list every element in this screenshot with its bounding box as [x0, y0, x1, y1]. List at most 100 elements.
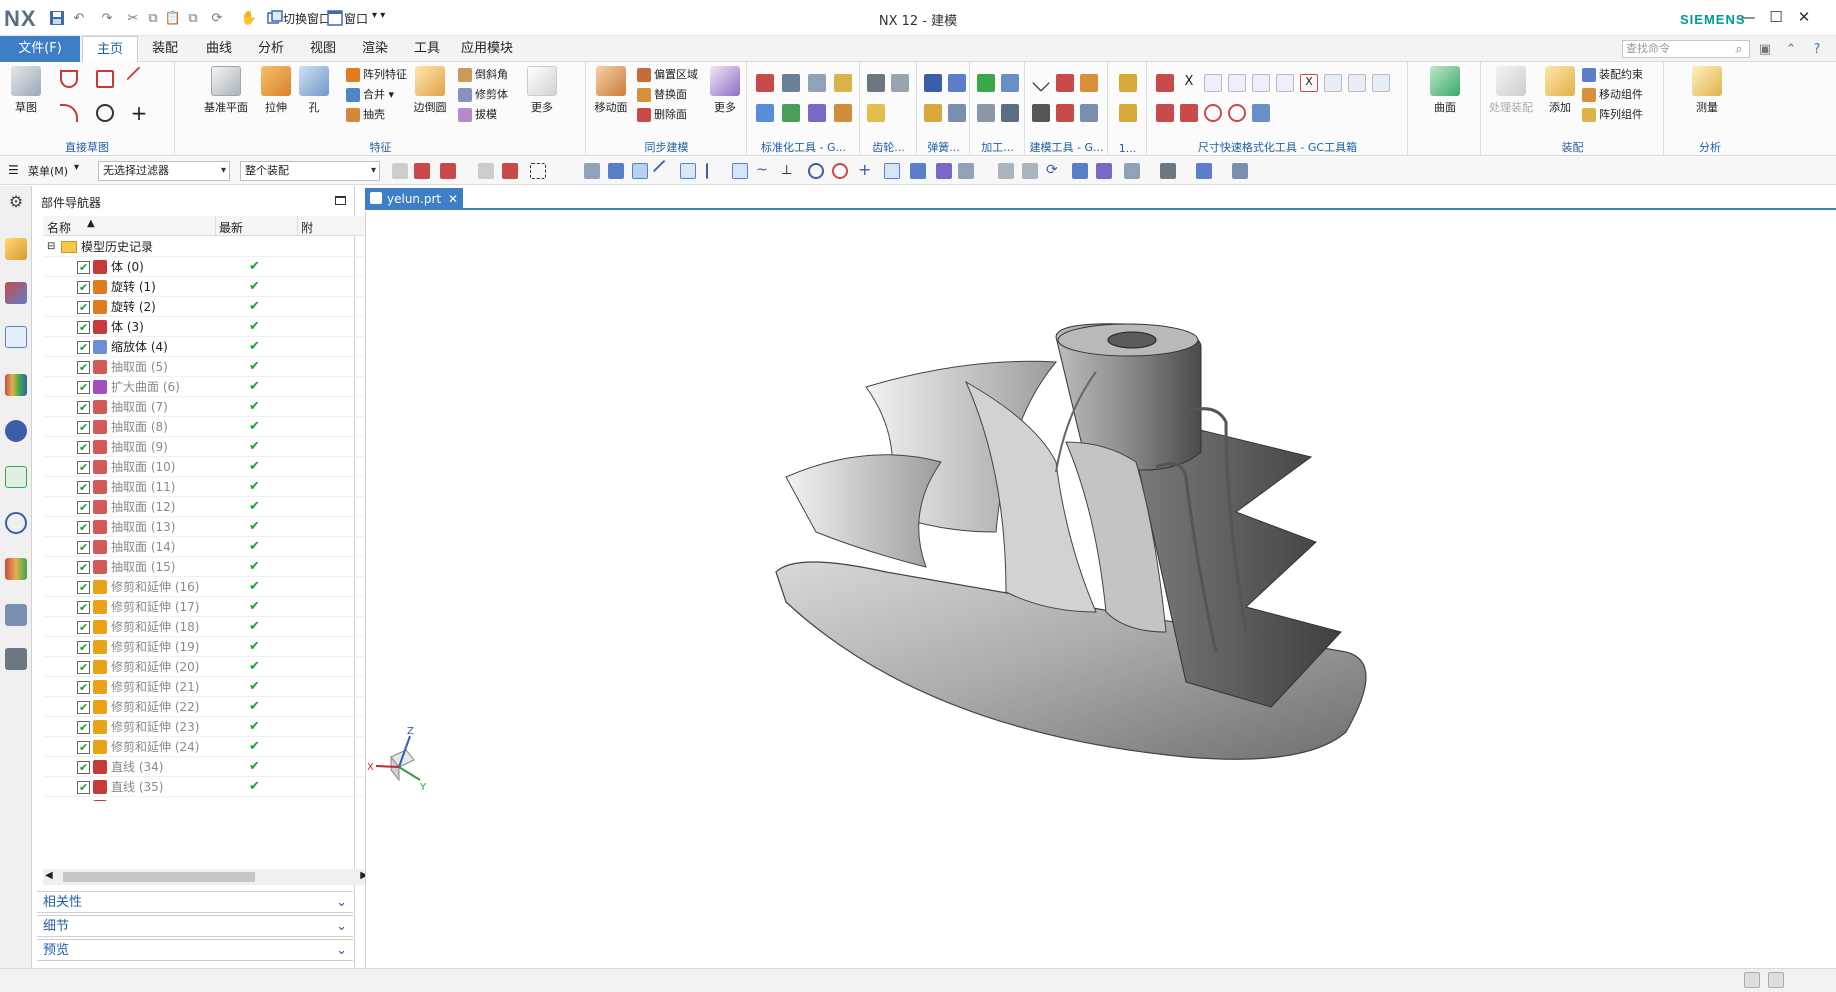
std-tool-icon-7[interactable]: [808, 104, 826, 122]
feature-checkbox[interactable]: [77, 398, 90, 418]
feature-row[interactable]: 修剪曲线 (36) ✔: [43, 797, 370, 801]
reuse-library-icon[interactable]: [5, 374, 27, 396]
sel-line-icon[interactable]: [652, 159, 676, 183]
details-panel[interactable]: 细节 ⌄: [37, 915, 353, 937]
gc-dim-icon-13[interactable]: [1204, 104, 1222, 122]
machining-tool-icon-3[interactable]: [977, 104, 995, 122]
view-tool-icon-2[interactable]: [1022, 163, 1038, 179]
maximize-button[interactable]: ☐: [1766, 8, 1786, 28]
move-component-button[interactable]: 移动组件: [1582, 86, 1643, 104]
feature-checkbox[interactable]: [77, 618, 90, 638]
sel-tool-icon-17[interactable]: [958, 163, 974, 179]
feature-checkbox[interactable]: [77, 458, 90, 478]
feature-checkbox[interactable]: [77, 338, 90, 358]
menu-button[interactable]: 菜单(M): [28, 163, 68, 179]
feature-checkbox[interactable]: [77, 498, 90, 518]
feature-checkbox[interactable]: [77, 538, 90, 558]
chevron-down-icon[interactable]: ⌄: [336, 916, 347, 938]
settings-icon[interactable]: ⚙: [5, 192, 27, 214]
gc-dim-icon-1[interactable]: [1156, 74, 1174, 92]
std-tool-icon-8[interactable]: [834, 104, 852, 122]
add-component-button[interactable]: 添加: [1540, 66, 1580, 115]
gc-dim-icon-14[interactable]: [1228, 104, 1246, 122]
graphics-window[interactable]: Z X Y: [365, 212, 1836, 968]
feature-checkbox[interactable]: [77, 678, 90, 698]
tab-file[interactable]: 文件(F): [0, 36, 80, 62]
type-filter-dropdown[interactable]: 无选择过滤器: [98, 161, 230, 181]
modeling-tool-icon-3[interactable]: [1080, 74, 1098, 92]
delete-face-button[interactable]: 删除面: [637, 106, 687, 124]
extra-tool-icon-1[interactable]: [1119, 74, 1137, 92]
menu-dropdown-icon[interactable]: ▾: [74, 162, 79, 173]
feature-checkbox[interactable]: [77, 658, 90, 678]
feature-row[interactable]: 修剪和延伸 (22) ✔: [43, 697, 370, 718]
web-browser-icon[interactable]: [5, 466, 27, 488]
gc-dim-icon-4[interactable]: [1228, 74, 1246, 92]
feature-row[interactable]: 抽取面 (11) ✔: [43, 477, 370, 498]
circle-icon[interactable]: [96, 104, 114, 122]
impeller-model[interactable]: [366, 212, 1836, 968]
hole-button[interactable]: 孔: [294, 66, 334, 115]
feature-checkbox[interactable]: [77, 358, 90, 378]
edge-blend-button[interactable]: 边倒圆: [410, 66, 450, 115]
view-tool-icon-6[interactable]: [1160, 163, 1176, 179]
modeling-tool-icon-6[interactable]: [1080, 104, 1098, 122]
machining-tool-icon-4[interactable]: [1001, 104, 1019, 122]
preview-panel[interactable]: 预览 ⌄: [37, 939, 353, 961]
view-tool-icon-7[interactable]: [1196, 163, 1212, 179]
feature-checkbox[interactable]: [77, 718, 90, 738]
feature-row[interactable]: 抽取面 (5) ✔: [43, 357, 370, 378]
std-tool-icon-4[interactable]: [834, 74, 852, 92]
std-tool-icon-3[interactable]: [808, 74, 826, 92]
feature-row[interactable]: 修剪和延伸 (21) ✔: [43, 677, 370, 698]
status-icon-2[interactable]: [1768, 972, 1784, 988]
arc-icon[interactable]: [60, 104, 78, 122]
feature-checkbox[interactable]: [77, 318, 90, 338]
feature-checkbox[interactable]: [77, 418, 90, 438]
close-tab-icon[interactable]: ✕: [448, 188, 458, 210]
view-tool-icon-1[interactable]: [998, 163, 1014, 179]
feature-row[interactable]: 修剪和延伸 (18) ✔: [43, 617, 370, 638]
sel-tool-icon-11[interactable]: [732, 163, 748, 179]
gc-dim-icon-11[interactable]: [1156, 104, 1174, 122]
pattern-feature-button[interactable]: 阵列特征: [346, 66, 407, 84]
spring-tool-icon-2[interactable]: [948, 74, 966, 92]
feature-checkbox[interactable]: [77, 378, 90, 398]
line-icon[interactable]: [126, 66, 152, 92]
tree-root-row[interactable]: ⊟ 模型历史记录: [43, 237, 370, 257]
menu-icon[interactable]: ☰: [8, 163, 24, 179]
spring-tool-icon-4[interactable]: [948, 104, 966, 122]
sel-circle-icon[interactable]: [808, 163, 824, 179]
gc-dim-icon-5[interactable]: [1252, 74, 1270, 92]
feature-row[interactable]: 扩大曲面 (6) ✔: [43, 377, 370, 398]
chevron-down-icon[interactable]: ⌄: [336, 892, 347, 914]
feature-row[interactable]: 体 (0) ✔: [43, 257, 370, 278]
gear-tool-icon-1[interactable]: [867, 74, 885, 92]
modeling-tool-icon-1[interactable]: [1032, 74, 1050, 92]
feature-row[interactable]: 抽取面 (12) ✔: [43, 497, 370, 518]
feature-row[interactable]: 修剪和延伸 (19) ✔: [43, 637, 370, 658]
offset-region-button[interactable]: 偏置区域: [637, 66, 698, 84]
sync-more-button[interactable]: 更多: [705, 66, 745, 115]
sel-tool-icon-6[interactable]: [584, 163, 600, 179]
sort-ascending-icon[interactable]: ▲: [87, 218, 95, 229]
dependencies-panel[interactable]: 相关性 ⌄: [37, 891, 353, 913]
machining-tool-icon-1[interactable]: [977, 74, 995, 92]
sel-tool-icon-4[interactable]: [478, 163, 494, 179]
status-icon-1[interactable]: [1744, 972, 1760, 988]
modeling-tool-icon-5[interactable]: [1056, 104, 1074, 122]
minimize-button[interactable]: —: [1738, 8, 1758, 28]
chamfer-button[interactable]: 倒斜角: [458, 66, 508, 84]
sel-tool-icon-5[interactable]: [502, 163, 518, 179]
rectangle-icon[interactable]: [96, 70, 114, 88]
tab-home[interactable]: 主页: [82, 36, 138, 62]
sel-tool-icon-12[interactable]: ⟂: [782, 163, 798, 179]
assembly-constraint-button[interactable]: 装配约束: [1582, 66, 1643, 84]
gc-dim-icon-3[interactable]: [1204, 74, 1222, 92]
gc-dim-icon-9[interactable]: [1348, 74, 1366, 92]
feature-row[interactable]: 抽取面 (15) ✔: [43, 557, 370, 578]
horizontal-scroll-thumb[interactable]: [63, 872, 255, 882]
feature-row[interactable]: 抽取面 (14) ✔: [43, 537, 370, 558]
tab-applications[interactable]: 应用模块: [456, 36, 518, 62]
history-icon[interactable]: [5, 512, 27, 534]
